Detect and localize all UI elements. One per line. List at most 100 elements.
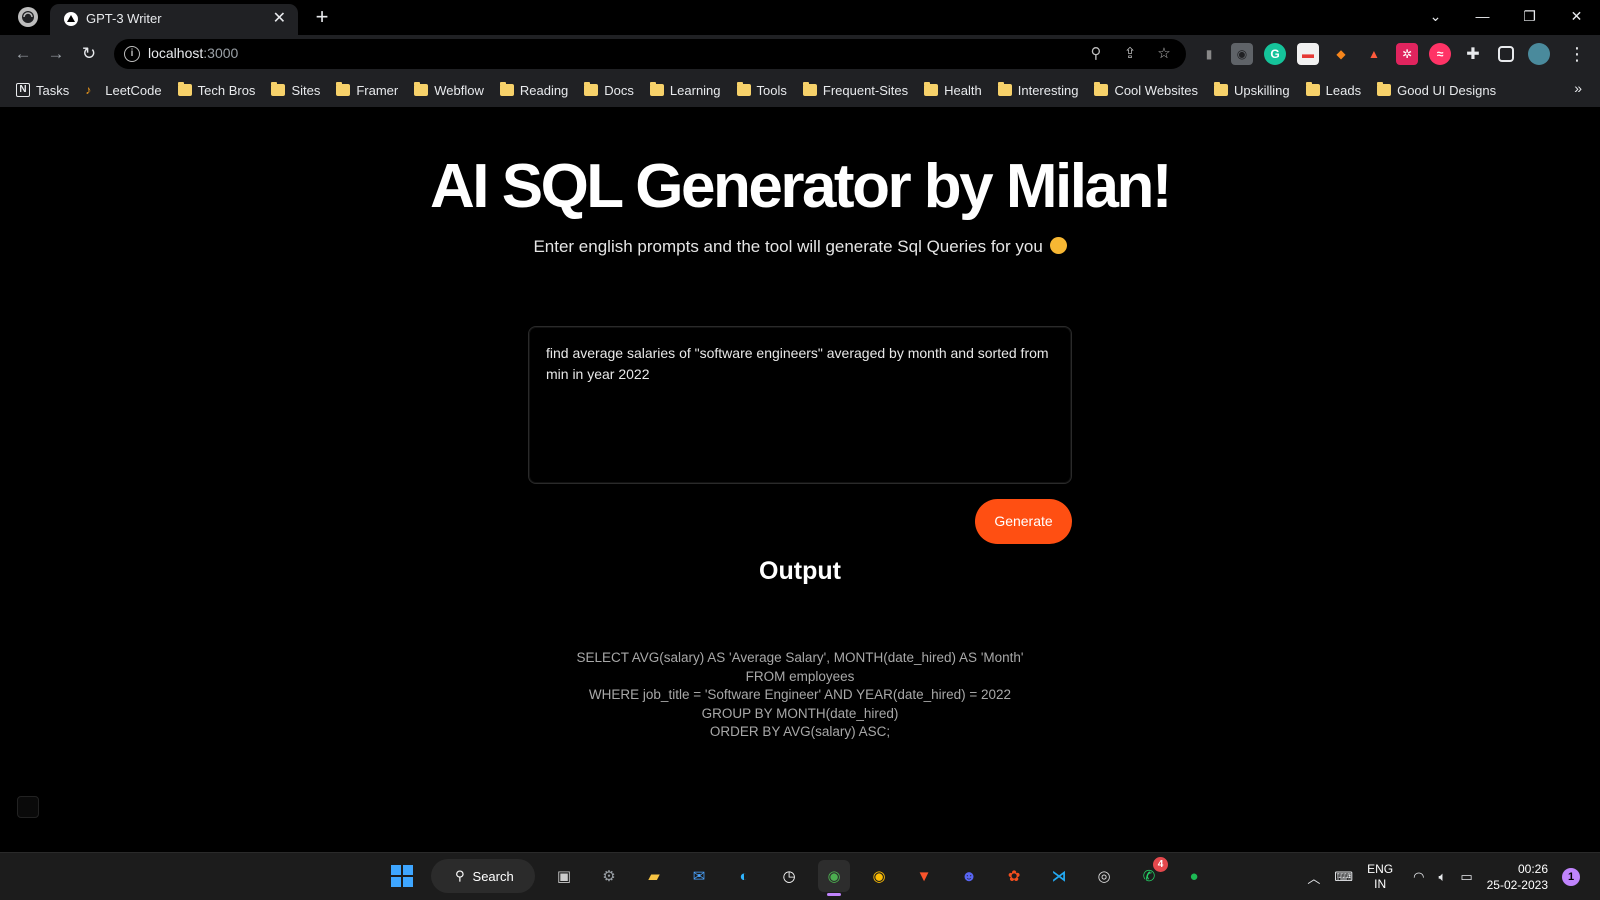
- start-windows-icon[interactable]: [386, 860, 418, 892]
- obs-studio-icon[interactable]: ◎: [1088, 860, 1120, 892]
- bookmark-folder[interactable]: Sites: [271, 82, 320, 98]
- clock-app-icon[interactable]: ◷: [773, 860, 805, 892]
- brave-browser-icon[interactable]: ▼: [908, 860, 940, 892]
- smiley-emoji-icon: [1049, 237, 1067, 254]
- grammarly-icon[interactable]: G: [1264, 43, 1286, 65]
- mail-icon[interactable]: ✉: [683, 860, 715, 892]
- reload-icon[interactable]: ↻: [76, 42, 102, 66]
- bookmark-folder[interactable]: Webflow: [414, 82, 484, 98]
- bookmark-folder[interactable]: Frequent-Sites: [802, 82, 908, 98]
- new-tab-button[interactable]: +: [311, 4, 333, 30]
- taskbar-search-button[interactable]: ⚲ Search: [431, 859, 535, 893]
- active-tab[interactable]: GPT-3 Writer ✕: [50, 4, 298, 35]
- chrome-profile-icon[interactable]: ◉: [863, 860, 895, 892]
- bookmark-folder[interactable]: Framer: [336, 82, 398, 98]
- notion-icon: N: [16, 83, 30, 97]
- metamask-fox-icon[interactable]: ◆: [1330, 43, 1352, 65]
- bookmark-folder[interactable]: Tech Bros: [177, 82, 255, 98]
- puzzle-extensions-icon[interactable]: ✚: [1462, 43, 1484, 65]
- restore-button[interactable]: ❐: [1506, 0, 1553, 34]
- extension-card-icon[interactable]: ▬: [1297, 43, 1319, 65]
- folder-icon: [177, 82, 192, 96]
- taskbar-clock[interactable]: 00:26 25-02-2023: [1487, 861, 1548, 893]
- system-tray: ︿ ⌨ ENG IN ◠ 🔈︎ ▭ 00:26 25-02-2023 1: [1307, 853, 1600, 900]
- bookmark-folder[interactable]: Docs: [584, 82, 634, 98]
- folder-icon: [1377, 82, 1392, 96]
- folder-icon: [649, 82, 664, 96]
- extension-icons: ▮ ◉ G ▬ ◆ ▲ ✲ ≈ ✚: [1198, 43, 1550, 65]
- extension-bottle-icon[interactable]: ▮: [1198, 43, 1220, 65]
- discord-icon[interactable]: ☻: [953, 860, 985, 892]
- prompt-textarea[interactable]: find average salaries of "software engin…: [528, 326, 1072, 484]
- settings-gear-icon[interactable]: ⚙: [593, 860, 625, 892]
- folder-icon: [271, 82, 286, 96]
- spotify-icon[interactable]: ●: [1178, 860, 1210, 892]
- site-info-icon[interactable]: i: [124, 46, 140, 62]
- language-indicator[interactable]: ENG IN: [1367, 862, 1393, 892]
- volume-icon[interactable]: 🔈︎: [1439, 869, 1447, 885]
- file-explorer-icon[interactable]: ▰: [638, 860, 670, 892]
- folder-icon: [802, 82, 817, 96]
- bookmark-leetcode[interactable]: ♪ LeetCode: [85, 83, 161, 98]
- sql-output-line: ORDER BY AVG(salary) ASC;: [709, 724, 891, 739]
- zoom-icon[interactable]: ⚲: [1086, 44, 1106, 64]
- folder-icon: [584, 82, 599, 96]
- bookmark-folder[interactable]: Tools: [736, 82, 787, 98]
- side-panel-icon[interactable]: [1498, 46, 1514, 62]
- camera-extension-icon[interactable]: ◉: [1231, 43, 1253, 65]
- flask-extension-icon[interactable]: ▲: [1363, 43, 1385, 65]
- red-extension-icon[interactable]: ≈: [1429, 43, 1451, 65]
- minimize-button[interactable]: —: [1459, 0, 1506, 34]
- battery-icon[interactable]: ▭: [1460, 869, 1472, 885]
- forward-arrow-icon[interactable]: →: [43, 42, 69, 66]
- folder-icon: [1305, 82, 1320, 96]
- tab-title: GPT-3 Writer: [86, 11, 162, 26]
- address-bar[interactable]: i localhost:3000 ⚲ ⇪ ☆: [114, 39, 1186, 69]
- bookmark-folder[interactable]: Upskilling: [1214, 82, 1290, 98]
- folder-icon: [997, 82, 1012, 96]
- folder-icon: [414, 82, 429, 96]
- bookmark-folder[interactable]: Health: [924, 82, 982, 98]
- dev-indicator-icon[interactable]: [17, 796, 39, 818]
- task-view-icon[interactable]: ▣: [548, 860, 580, 892]
- bookmark-folder[interactable]: Learning: [649, 82, 721, 98]
- sql-output: SELECT AVG(salary) AS 'Average Salary', …: [0, 649, 1600, 742]
- bookmark-star-icon[interactable]: ☆: [1154, 44, 1174, 64]
- share-icon[interactable]: ⇪: [1120, 44, 1140, 64]
- page-title: AI SQL Generator by Milan!: [429, 152, 1173, 221]
- tab-search-dropdown-icon[interactable]: ⌄: [1412, 0, 1459, 34]
- leetcode-icon: ♪: [85, 83, 92, 97]
- output-heading: Output: [759, 557, 841, 585]
- url-text[interactable]: localhost:3000: [148, 45, 238, 61]
- wifi-icon[interactable]: ◠: [1413, 869, 1424, 885]
- generate-button[interactable]: Generate: [975, 499, 1072, 544]
- close-window-button[interactable]: ✕: [1553, 0, 1600, 34]
- bookmark-tasks[interactable]: N Tasks: [16, 83, 69, 98]
- avatar[interactable]: [1528, 43, 1550, 65]
- browser-menu-icon[interactable]: ⋮: [1568, 43, 1586, 65]
- bookmark-folder[interactable]: Interesting: [997, 82, 1078, 98]
- bookmark-folder[interactable]: Good UI Designs: [1377, 82, 1496, 98]
- browser-profile-icon[interactable]: [18, 7, 38, 27]
- edge-browser-icon[interactable]: ◐: [728, 860, 760, 892]
- folder-icon: [336, 82, 351, 96]
- bookmarks-overflow-icon[interactable]: »: [1574, 80, 1582, 96]
- whatsapp-icon[interactable]: ✆ 4: [1133, 857, 1168, 892]
- notification-badge[interactable]: 1: [1562, 868, 1580, 886]
- window-controls: ⌄ — ❐ ✕: [1412, 0, 1600, 34]
- folder-icon: [1094, 82, 1109, 96]
- figma-icon[interactable]: ✿: [998, 860, 1030, 892]
- keyboard-icon[interactable]: ⌨: [1334, 869, 1353, 885]
- tab-close-icon[interactable]: ✕: [273, 9, 286, 29]
- windows-taskbar: ⚲ Search ▣ ⚙ ▰ ✉ ◐ ◷ ◉ ◉ ▼ ☻ ✿ ⋊ ◎ ✆ 4 ● ︿…: [0, 852, 1600, 900]
- chrome-icon[interactable]: ◉: [818, 860, 850, 896]
- bookmark-folder[interactable]: Reading: [499, 82, 568, 98]
- back-arrow-icon[interactable]: ←: [10, 42, 36, 66]
- bookmark-folder[interactable]: Leads: [1305, 82, 1361, 98]
- gear-extension-icon[interactable]: ✲: [1396, 43, 1418, 65]
- bookmark-folder[interactable]: Cool Websites: [1094, 82, 1198, 98]
- page-content: AI SQL Generator by Milan! Enter english…: [0, 107, 1600, 852]
- vscode-icon[interactable]: ⋊: [1043, 860, 1075, 892]
- tray-overflow-icon[interactable]: ︿: [1307, 868, 1320, 887]
- search-icon: ⚲: [455, 868, 465, 883]
